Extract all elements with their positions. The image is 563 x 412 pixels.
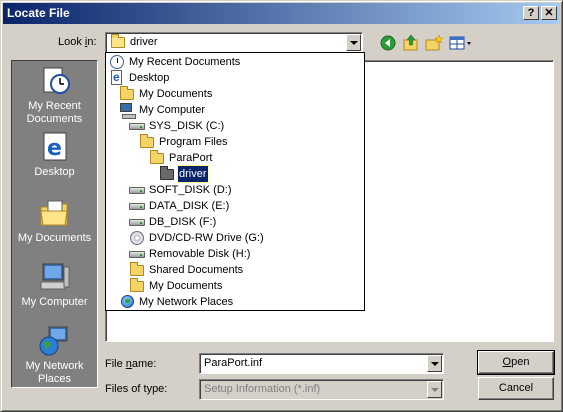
desktop-icon: e bbox=[39, 131, 71, 163]
dropdown-item-my-documents-2[interactable]: My Documents bbox=[129, 278, 223, 294]
cancel-button[interactable]: Cancel bbox=[478, 377, 554, 400]
desktop-icon bbox=[109, 69, 125, 86]
look-in-value: driver bbox=[130, 36, 158, 48]
drive-icon bbox=[129, 182, 145, 198]
place-label: My Recent Documents bbox=[26, 100, 83, 125]
place-label: My Documents bbox=[17, 232, 92, 244]
title-bar[interactable]: Locate File ? ✕ bbox=[3, 3, 560, 24]
look-in-combo[interactable]: driver bbox=[105, 32, 363, 53]
recent-documents-icon bbox=[39, 65, 71, 97]
up-folder-icon bbox=[403, 34, 418, 51]
dropdown-item-db-disk[interactable]: DB_DISK (F:) bbox=[129, 214, 217, 230]
dropdown-item-my-recent-documents[interactable]: My Recent Documents bbox=[109, 54, 241, 70]
files-of-type-combo[interactable]: Setup Information (*.inf) bbox=[199, 379, 444, 400]
folder-icon bbox=[110, 34, 126, 50]
place-my-recent-documents[interactable]: My Recent Documents bbox=[12, 65, 97, 126]
drive-icon bbox=[129, 246, 145, 262]
close-button[interactable]: ✕ bbox=[541, 6, 557, 20]
folder-icon bbox=[129, 278, 145, 294]
new-folder-icon bbox=[425, 34, 443, 51]
dropdown-item-desktop[interactable]: Desktop bbox=[109, 69, 170, 86]
dropdown-item-removable-disk[interactable]: Removable Disk (H:) bbox=[129, 246, 251, 262]
dropdown-item-program-files[interactable]: Program Files bbox=[139, 134, 228, 150]
folder-icon bbox=[149, 150, 165, 166]
network-icon bbox=[119, 294, 135, 310]
look-in-dropdown-arrow[interactable] bbox=[346, 34, 361, 51]
file-name-value: ParaPort.inf bbox=[204, 357, 263, 369]
places-bar: My Recent Documents e Desktop My Documen… bbox=[11, 60, 98, 388]
files-of-type-value: Setup Information (*.inf) bbox=[204, 383, 321, 395]
place-label: My Network Places bbox=[25, 360, 84, 385]
look-in-label: Look in: bbox=[58, 36, 97, 48]
place-label: My Computer bbox=[21, 296, 88, 308]
place-my-computer[interactable]: My Computer bbox=[12, 261, 97, 309]
file-name-combo[interactable]: ParaPort.inf bbox=[199, 353, 444, 374]
my-computer-icon bbox=[39, 261, 71, 293]
network-places-icon bbox=[39, 325, 71, 357]
folder-icon bbox=[159, 166, 175, 182]
drive-icon bbox=[129, 214, 145, 230]
my-documents-icon bbox=[39, 197, 71, 229]
place-desktop[interactable]: e Desktop bbox=[12, 131, 97, 179]
back-arrow-icon bbox=[380, 35, 396, 51]
dropdown-item-my-network-places[interactable]: My Network Places bbox=[119, 294, 234, 310]
dropdown-item-data-disk[interactable]: DATA_DISK (E:) bbox=[129, 198, 230, 214]
dropdown-item-soft-disk[interactable]: SOFT_DISK (D:) bbox=[129, 182, 233, 198]
dropdown-item-my-computer[interactable]: My Computer bbox=[119, 102, 206, 119]
locate-file-dialog: Locate File ? ✕ Look in: driver My Recen… bbox=[0, 0, 563, 412]
folder-icon bbox=[129, 262, 145, 278]
files-of-type-dropdown-arrow[interactable] bbox=[427, 381, 442, 398]
computer-icon bbox=[119, 102, 136, 119]
dropdown-item-sys-disk[interactable]: SYS_DISK (C:) bbox=[129, 118, 225, 134]
dropdown-item-shared-documents[interactable]: Shared Documents bbox=[129, 262, 244, 278]
window-title: Locate File bbox=[7, 6, 70, 20]
view-menu-button[interactable] bbox=[448, 33, 474, 53]
place-my-documents[interactable]: My Documents bbox=[12, 197, 97, 245]
dropdown-item-dvd-drive[interactable]: DVD/CD-RW Drive (G:) bbox=[129, 230, 265, 246]
up-one-level-button[interactable] bbox=[401, 33, 421, 53]
recent-icon bbox=[109, 54, 125, 70]
place-my-network-places[interactable]: My Network Places bbox=[12, 325, 97, 386]
file-name-label: File name: bbox=[105, 358, 157, 370]
look-in-dropdown-list[interactable]: My Recent Documents Desktop My Documents… bbox=[105, 52, 365, 311]
help-button[interactable]: ? bbox=[523, 6, 539, 20]
back-button[interactable] bbox=[378, 33, 398, 53]
dropdown-item-driver[interactable]: driver bbox=[159, 165, 209, 183]
files-of-type-label: Files of type: bbox=[105, 383, 168, 395]
drive-icon bbox=[129, 118, 145, 134]
dropdown-item-my-documents[interactable]: My Documents bbox=[119, 86, 213, 102]
folder-icon bbox=[119, 86, 135, 102]
file-name-dropdown-arrow[interactable] bbox=[427, 355, 442, 372]
new-folder-button[interactable] bbox=[424, 33, 444, 53]
cd-drive-icon bbox=[129, 230, 145, 246]
place-label: Desktop bbox=[34, 166, 75, 178]
folder-icon bbox=[139, 134, 155, 150]
dropdown-item-paraport[interactable]: ParaPort bbox=[149, 150, 213, 166]
open-button[interactable]: Open bbox=[477, 350, 555, 375]
drive-icon bbox=[129, 198, 145, 214]
view-grid-icon bbox=[449, 36, 471, 50]
svg-text:e: e bbox=[47, 136, 62, 161]
